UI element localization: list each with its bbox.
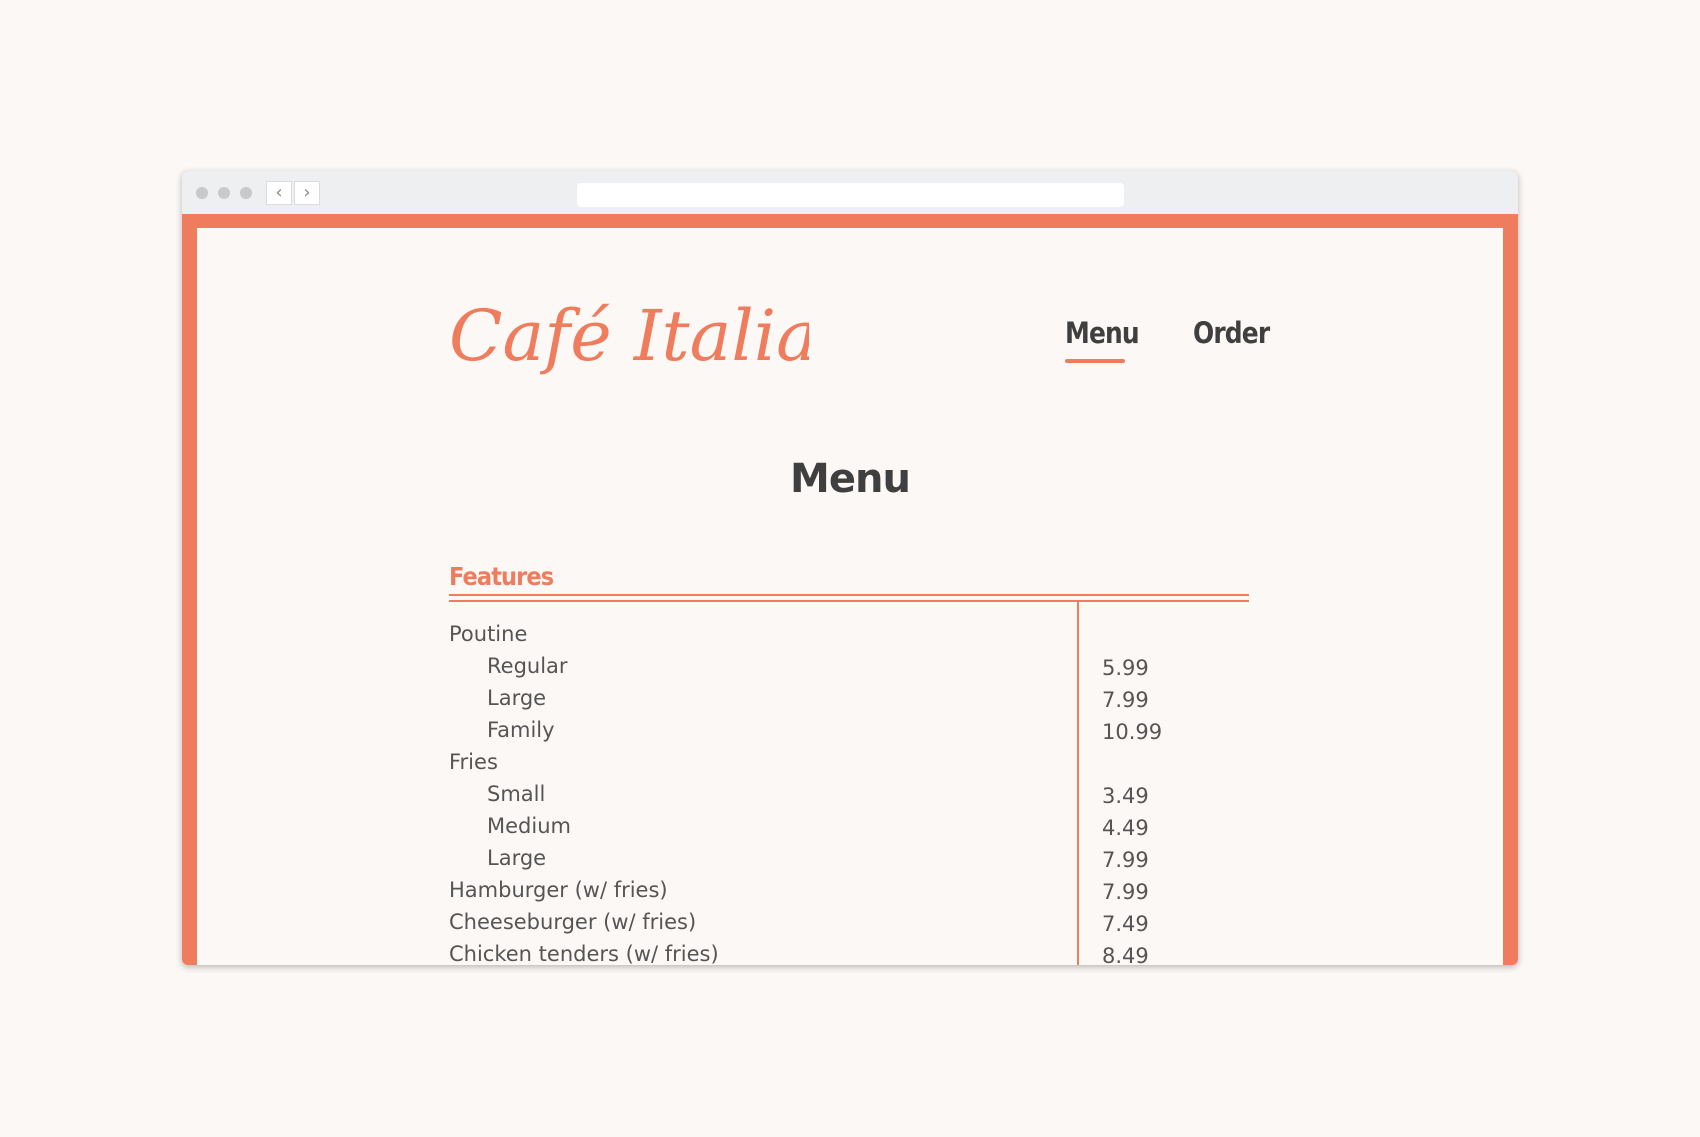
menu-item-name: Fries bbox=[449, 750, 498, 774]
menu-item-name: Poutine bbox=[449, 622, 528, 646]
nav-active-indicator bbox=[1065, 359, 1125, 363]
menu-item-row: Large 7.99 bbox=[449, 846, 1249, 878]
chevron-left-icon: ‹ bbox=[275, 182, 283, 203]
section-divider-bottom bbox=[449, 600, 1249, 602]
menu-item-name: Chicken tenders (w/ fries) bbox=[449, 942, 719, 965]
menu-item-row: Fries bbox=[449, 750, 1249, 782]
window-minimize-dot[interactable] bbox=[218, 187, 230, 199]
section-title-features: Features bbox=[449, 562, 554, 591]
brand-logo-text: Café Italia bbox=[449, 295, 809, 377]
menu-item-price: 7.49 bbox=[1102, 912, 1149, 936]
forward-button[interactable]: › bbox=[294, 181, 320, 205]
menu-item-list: Poutine Regular 5.99 Large 7.99 Family 10.99 Fr… bbox=[449, 622, 1249, 965]
menu-item-row: Small 3.49 bbox=[449, 782, 1249, 814]
menu-item-row: Poutine bbox=[449, 622, 1249, 654]
menu-item-row: Regular 5.99 bbox=[449, 654, 1249, 686]
window-close-dot[interactable] bbox=[196, 187, 208, 199]
browser-toolbar: ‹ › bbox=[182, 171, 1518, 214]
menu-item-row: Cheeseburger (w/ fries) 7.49 bbox=[449, 910, 1249, 942]
menu-item-row: Hamburger (w/ fries) 7.99 bbox=[449, 878, 1249, 910]
menu-item-row: Family 10.99 bbox=[449, 718, 1249, 750]
chevron-right-icon: › bbox=[303, 182, 311, 203]
menu-item-row: Medium 4.49 bbox=[449, 814, 1249, 846]
nav-order-link[interactable]: Order bbox=[1193, 316, 1270, 350]
menu-item-name: Large bbox=[487, 686, 547, 710]
menu-item-name: Regular bbox=[487, 654, 568, 678]
menu-item-price: 4.49 bbox=[1102, 816, 1149, 840]
page-title: Menu bbox=[790, 456, 911, 502]
menu-item-name: Medium bbox=[487, 814, 571, 838]
menu-item-row: Large 7.99 bbox=[449, 686, 1249, 718]
address-bar[interactable] bbox=[577, 183, 1124, 207]
menu-item-price: 8.49 bbox=[1102, 944, 1149, 965]
back-button[interactable]: ‹ bbox=[266, 181, 292, 205]
menu-item-price: 5.99 bbox=[1102, 656, 1149, 680]
menu-item-price: 3.49 bbox=[1102, 784, 1149, 808]
page-viewport: Café Italia Menu Order Menu Features Pou… bbox=[197, 228, 1503, 965]
brand-logo[interactable]: Café Italia bbox=[449, 286, 809, 386]
menu-item-row: Chicken tenders (w/ fries) 8.49 bbox=[449, 942, 1249, 965]
menu-item-price: 7.99 bbox=[1102, 688, 1149, 712]
nav-menu-link[interactable]: Menu bbox=[1065, 316, 1140, 350]
menu-item-name: Cheeseburger (w/ fries) bbox=[449, 910, 697, 934]
menu-item-name: Small bbox=[487, 782, 546, 806]
menu-item-name: Family bbox=[487, 718, 555, 742]
menu-item-name: Hamburger (w/ fries) bbox=[449, 878, 668, 902]
section-divider-top bbox=[449, 594, 1249, 596]
window-maximize-dot[interactable] bbox=[240, 187, 252, 199]
menu-item-price: 7.99 bbox=[1102, 848, 1149, 872]
menu-item-price: 10.99 bbox=[1102, 720, 1163, 744]
menu-item-price: 7.99 bbox=[1102, 880, 1149, 904]
menu-item-name: Large bbox=[487, 846, 547, 870]
browser-window: ‹ › Café Italia Menu Order Menu Features… bbox=[182, 171, 1518, 965]
